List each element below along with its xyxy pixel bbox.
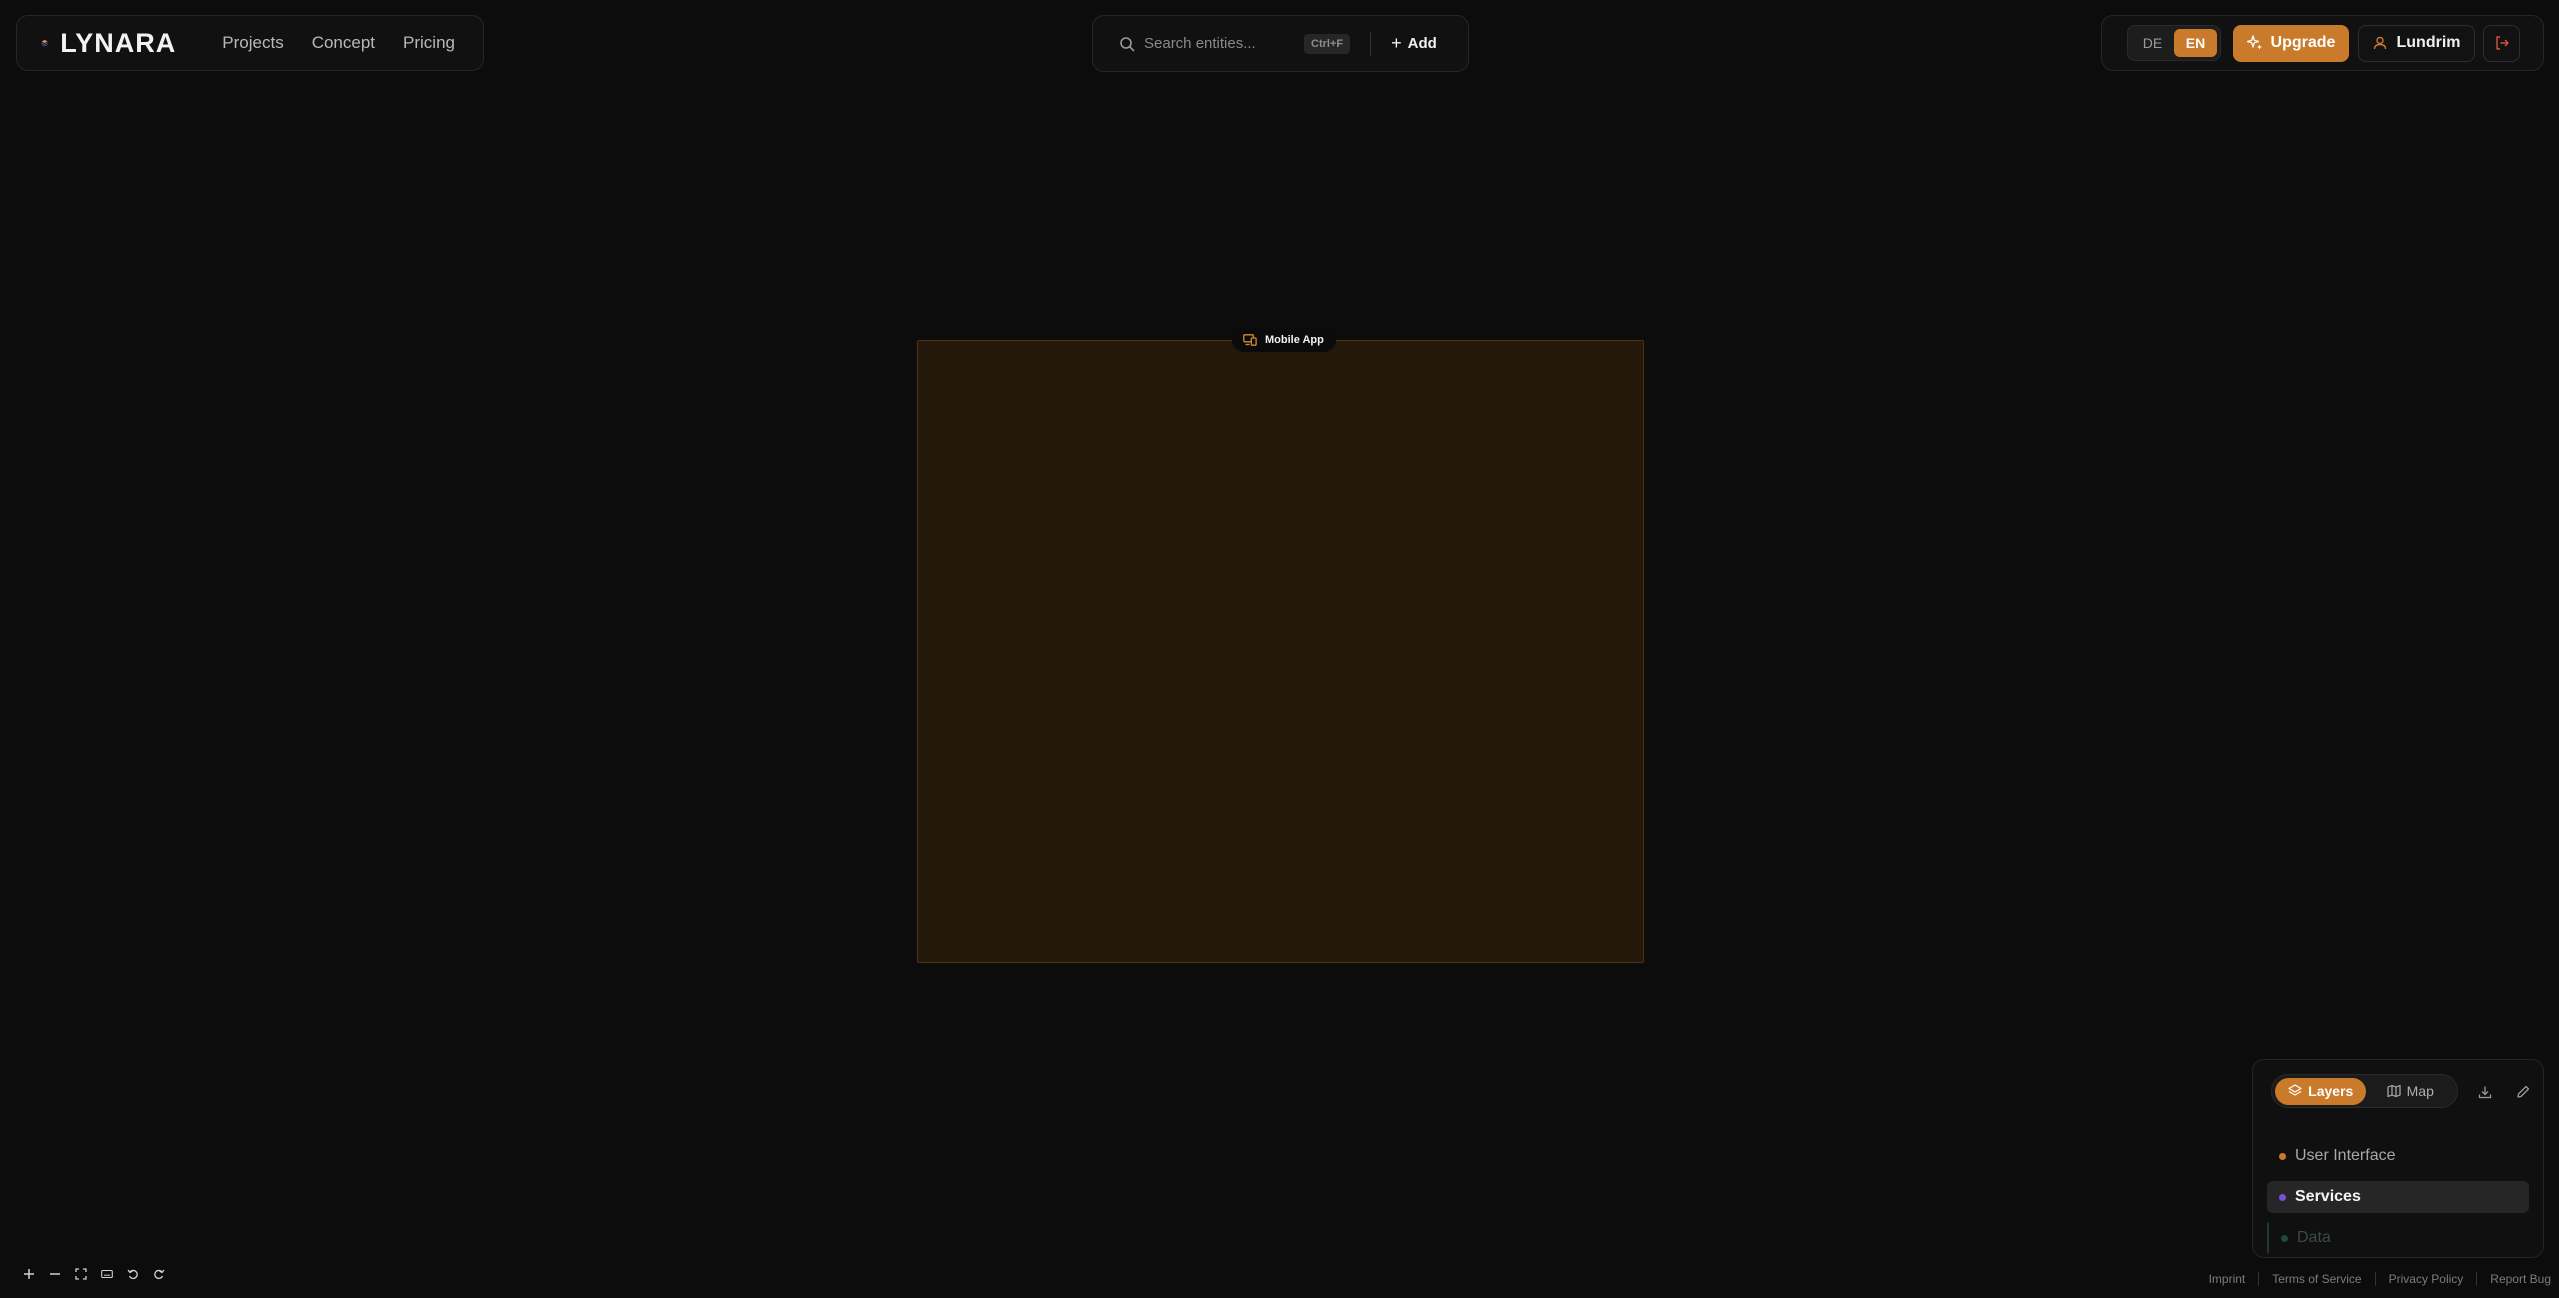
nav-concept[interactable]: Concept [312, 33, 375, 53]
plus-icon [24, 1269, 34, 1279]
nav-projects[interactable]: Projects [222, 33, 283, 53]
user-name: Lundrim [2396, 34, 2461, 51]
group-label-text: Mobile App [1265, 334, 1324, 346]
keyboard-icon [101, 1269, 113, 1279]
language-de-button[interactable]: DE [2131, 29, 2174, 57]
layer-item-label: Services [2295, 1188, 2361, 1205]
logout-icon [2495, 36, 2509, 50]
zoom-in-button[interactable] [19, 1264, 39, 1284]
undo-button[interactable] [123, 1264, 143, 1284]
search-divider [1370, 31, 1372, 56]
tab-layers-label: Layers [2308, 1083, 2354, 1099]
search-panel: Ctrl+F + Add [1092, 15, 1469, 72]
language-toggle: DE EN [2127, 25, 2221, 61]
mobile-app-group-node[interactable] [917, 340, 1644, 963]
tab-map[interactable]: Map [2366, 1078, 2454, 1105]
redo-icon [154, 1269, 165, 1280]
layer-color-dot [2281, 1234, 2288, 1242]
fullscreen-icon [75, 1268, 87, 1280]
search-icon [1120, 36, 1135, 51]
user-menu-button[interactable]: Lundrim [2358, 24, 2475, 62]
undo-icon [127, 1269, 138, 1280]
layer-item-label: User Interface [2295, 1147, 2396, 1164]
pencil-icon [2517, 1085, 2530, 1098]
layer-item-services[interactable]: Services [2267, 1181, 2529, 1213]
layers-tab-switcher: Layers Map [2271, 1074, 2458, 1108]
download-icon [2478, 1086, 2492, 1099]
upgrade-button[interactable]: Upgrade [2233, 24, 2349, 62]
download-button[interactable] [2475, 1082, 2495, 1102]
brand-name[interactable]: LYNARA [60, 28, 176, 59]
zoom-out-button[interactable] [45, 1264, 65, 1284]
layer-color-dot [2279, 1193, 2286, 1201]
sparkle-icon [2246, 35, 2262, 50]
footer: Imprint Terms of Service Privacy Policy … [2209, 1272, 2551, 1286]
layer-item-data[interactable]: Data [2267, 1222, 2529, 1254]
footer-link-imprint[interactable]: Imprint [2209, 1272, 2246, 1286]
search-shortcut-badge: Ctrl+F [1304, 33, 1351, 54]
keyboard-shortcuts-button[interactable] [97, 1264, 117, 1284]
footer-link-terms[interactable]: Terms of Service [2272, 1272, 2361, 1286]
header-right-panel: DE EN Upgrade Lundrim [2101, 15, 2544, 71]
layers-panel: Layers Map User Interface Services Data [2252, 1059, 2544, 1258]
language-en-button[interactable]: EN [2174, 29, 2217, 57]
search-input[interactable] [1144, 35, 1302, 52]
minus-icon [50, 1273, 60, 1275]
edit-button[interactable] [2513, 1082, 2533, 1102]
tab-map-label: Map [2406, 1083, 2434, 1099]
canvas-controls [19, 1264, 175, 1284]
add-button[interactable]: + Add [1391, 33, 1437, 54]
layer-item-label: Data [2297, 1229, 2331, 1246]
user-icon [2373, 36, 2386, 50]
footer-link-privacy[interactable]: Privacy Policy [2389, 1272, 2464, 1286]
logo-icon[interactable] [41, 26, 48, 60]
nav-pricing[interactable]: Pricing [403, 33, 455, 53]
redo-button[interactable] [149, 1264, 169, 1284]
footer-divider [2374, 1272, 2376, 1286]
tab-layers[interactable]: Layers [2275, 1077, 2367, 1105]
add-button-label: Add [1407, 35, 1437, 52]
header-brand-panel: LYNARA Projects Concept Pricing [16, 15, 484, 71]
footer-link-report-bug[interactable]: Report Bug [2490, 1272, 2551, 1286]
group-label-mobile-app[interactable]: Mobile App [1232, 328, 1336, 352]
fit-view-button[interactable] [71, 1264, 91, 1284]
logout-button[interactable] [2483, 24, 2520, 62]
layer-item-user-interface[interactable]: User Interface [2267, 1140, 2529, 1172]
layer-color-dot [2279, 1152, 2286, 1160]
footer-divider [2476, 1272, 2478, 1286]
footer-divider [2258, 1272, 2260, 1286]
upgrade-label: Upgrade [2270, 34, 2336, 51]
devices-icon [1243, 334, 1257, 346]
plus-icon: + [1391, 33, 1402, 53]
map-icon [2387, 1084, 2401, 1098]
layers-icon [2288, 1084, 2302, 1096]
